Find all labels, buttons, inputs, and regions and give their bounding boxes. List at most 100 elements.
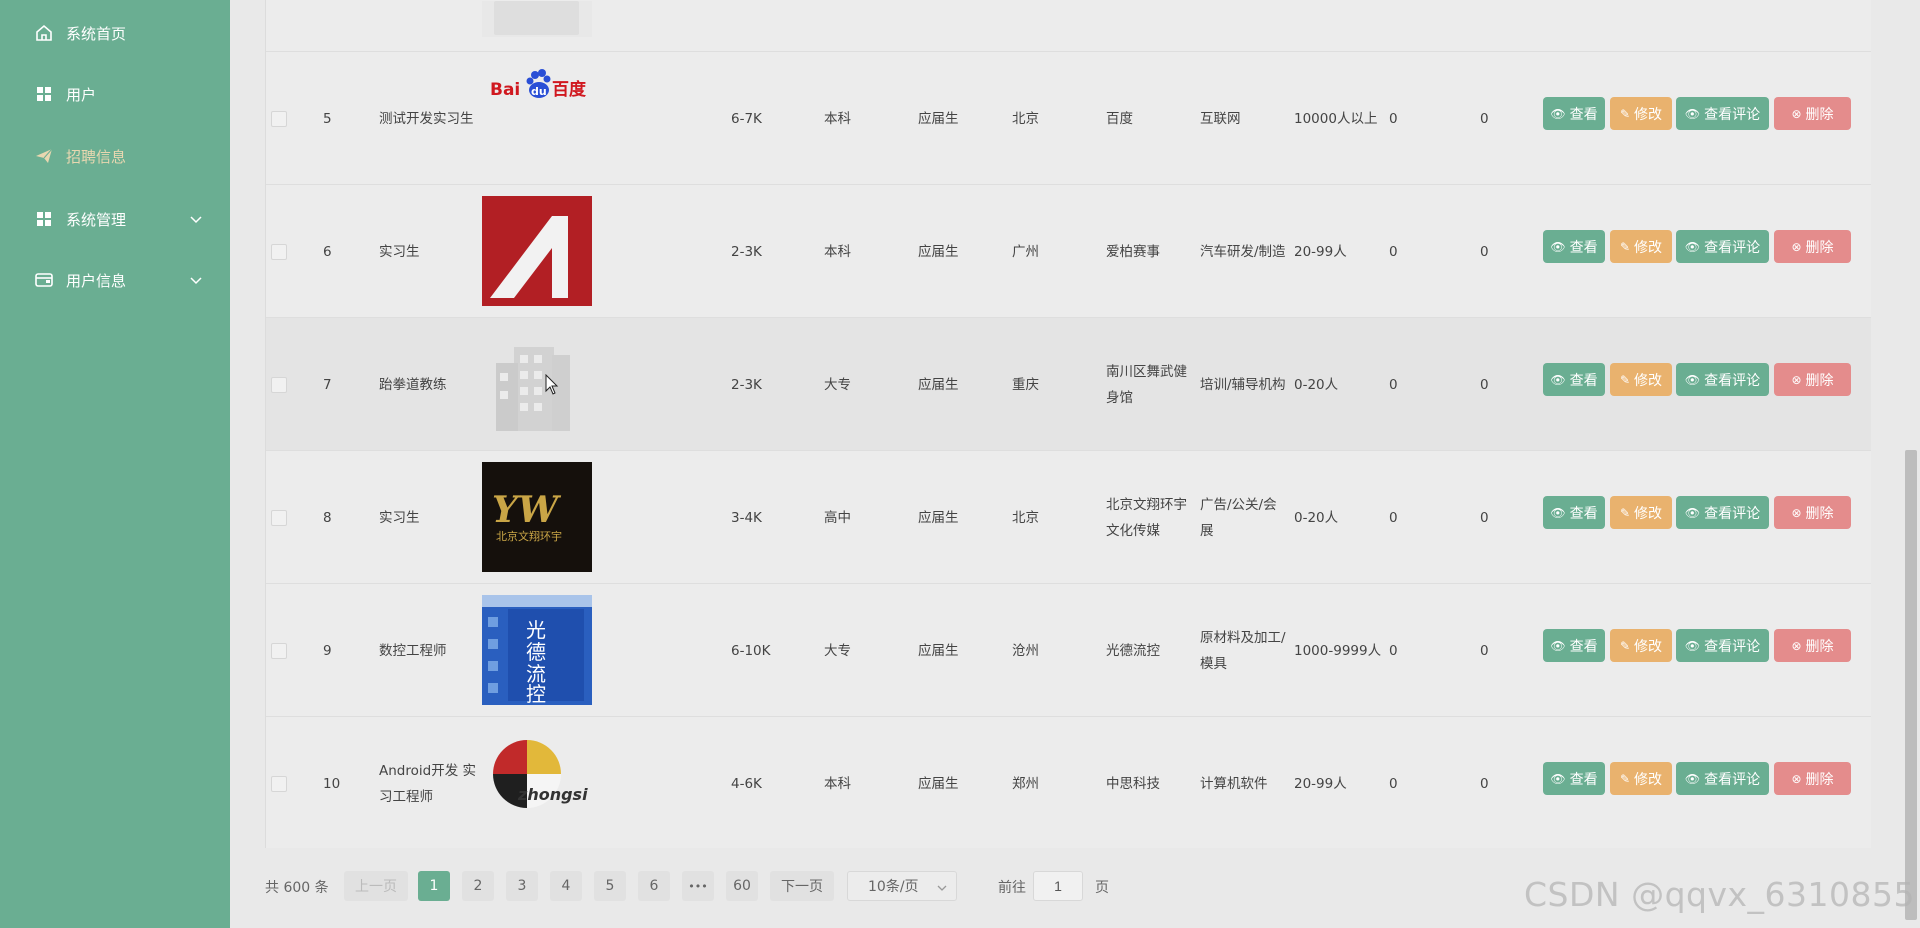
page-button-3[interactable]: 3: [506, 871, 538, 901]
education: 大专: [824, 584, 884, 717]
industry-text: 汽车研发/制造: [1200, 243, 1286, 260]
page-button-5[interactable]: 5: [594, 871, 626, 901]
company-size-text: 20-99人: [1294, 775, 1347, 792]
education-text: 大专: [824, 376, 851, 393]
delete-button[interactable]: ⊗ 删除: [1774, 762, 1851, 795]
row-index-text: 9: [323, 642, 332, 659]
vertical-scrollbar[interactable]: [1905, 450, 1917, 920]
view-button[interactable]: 👁 查看: [1543, 363, 1605, 396]
stat-1-text: 0: [1389, 376, 1398, 393]
row-checkbox[interactable]: [271, 377, 287, 393]
edit-button-label: 修改: [1634, 239, 1663, 256]
view-comments-button[interactable]: 👁 查看评论: [1676, 230, 1769, 263]
edit-button[interactable]: ✎ 修改: [1610, 762, 1672, 795]
delete-button-label: 删除: [1805, 372, 1834, 389]
industry: 原材料及加工/模具: [1200, 584, 1290, 717]
delete-button[interactable]: ⊗ 删除: [1774, 363, 1851, 396]
view-button[interactable]: 👁 查看: [1543, 230, 1605, 263]
goto-page-input[interactable]: [1033, 871, 1083, 901]
industry-text: 互联网: [1200, 110, 1241, 127]
salary-text: 2-3K: [731, 243, 762, 260]
company-size-text: 20-99人: [1294, 243, 1347, 260]
page-size-select[interactable]: 10条/页: [847, 871, 957, 901]
view-button[interactable]: 👁 查看: [1543, 762, 1605, 795]
edit-button-label: 修改: [1634, 505, 1663, 522]
prev-page-button[interactable]: 上一页: [344, 871, 408, 901]
view-comments-button[interactable]: 👁 查看评论: [1676, 496, 1769, 529]
view-comments-button[interactable]: 👁 查看评论: [1676, 363, 1769, 396]
job-title-text: 数控工程师: [379, 642, 447, 659]
salary-text: 6-7K: [731, 110, 762, 127]
row-index: 10: [323, 717, 363, 848]
city-text: 广州: [1012, 243, 1039, 260]
zhongsi-logo: zhongsi: [482, 728, 592, 838]
row-checkbox[interactable]: [271, 643, 287, 659]
city: 沧州: [1012, 584, 1072, 717]
view-button-label: 查看: [1569, 372, 1598, 389]
edit-button[interactable]: ✎ 修改: [1610, 496, 1672, 529]
svg-text:德: 德: [526, 640, 546, 664]
delete-button[interactable]: ⊗ 删除: [1774, 496, 1851, 529]
row-checkbox[interactable]: [271, 510, 287, 526]
stat-1-text: 0: [1389, 509, 1398, 526]
eye-icon: 👁: [1684, 638, 1701, 653]
city-text: 重庆: [1012, 376, 1039, 393]
table-row: 6 实习生 2-3K 本科 应届生 广州 爱柏赛事 汽车研发/制造 20-99人 0 0 👁 查看 ✎ 修改…: [266, 185, 1871, 318]
view-comments-button[interactable]: 👁 查看评论: [1676, 97, 1769, 130]
row-index-text: 8: [323, 509, 332, 526]
edit-button[interactable]: ✎ 修改: [1610, 629, 1672, 662]
sidebar: 系统首页 用户 招聘信息 系统管理 用户信息: [0, 0, 230, 928]
chevron-down-icon: [190, 216, 202, 224]
more-pages-button[interactable]: •••: [682, 871, 714, 901]
view-button[interactable]: 👁 查看: [1543, 629, 1605, 662]
company-name-text: 爱柏赛事: [1106, 243, 1160, 260]
view-button[interactable]: 👁 查看: [1543, 496, 1605, 529]
sidebar-item-user-info[interactable]: 用户信息: [0, 260, 230, 300]
page-button-1[interactable]: 1: [418, 871, 450, 901]
delete-button-label: 删除: [1805, 106, 1834, 123]
edit-button[interactable]: ✎ 修改: [1610, 363, 1672, 396]
row-index-text: 10: [323, 775, 341, 792]
table-row: Bai du 百度 5 测试开发实习生 6-7K 本科 应届生 北京 百度 互联网 10000人…: [266, 52, 1871, 185]
view-comments-button[interactable]: 👁 查看评论: [1676, 762, 1769, 795]
industry: 培训/辅导机构: [1200, 318, 1290, 451]
experience-text: 应届生: [918, 775, 959, 792]
delete-button[interactable]: ⊗ 删除: [1774, 230, 1851, 263]
view-comments-button[interactable]: 👁 查看评论: [1676, 629, 1769, 662]
sidebar-item-users[interactable]: 用户: [0, 74, 230, 114]
edit-button-label: 修改: [1634, 638, 1663, 655]
stat-2-text: 0: [1480, 110, 1489, 127]
sidebar-item-label: 系统管理: [66, 210, 127, 229]
page-button-2[interactable]: 2: [462, 871, 494, 901]
city: 郑州: [1012, 717, 1072, 848]
next-page-button[interactable]: 下一页: [770, 871, 834, 901]
home-icon: [34, 23, 54, 43]
row-checkbox[interactable]: [271, 776, 287, 792]
company-size: 20-99人: [1294, 717, 1384, 848]
company-name: 北京文翔环宇文化传媒: [1106, 451, 1194, 584]
edit-button[interactable]: ✎ 修改: [1610, 230, 1672, 263]
view-button-label: 查看: [1569, 771, 1598, 788]
delete-button-label: 删除: [1805, 771, 1834, 788]
row-checkbox[interactable]: [271, 244, 287, 260]
sidebar-item-system-management[interactable]: 系统管理: [0, 199, 230, 239]
city: 广州: [1012, 185, 1072, 318]
delete-button[interactable]: ⊗ 删除: [1774, 629, 1851, 662]
row-index: 5: [323, 52, 363, 185]
building-placeholder-icon: [482, 329, 592, 439]
company-name: 百度: [1106, 52, 1194, 185]
page-button-4[interactable]: 4: [550, 871, 582, 901]
delete-button[interactable]: ⊗ 删除: [1774, 97, 1851, 130]
job-title: 实习生: [379, 185, 479, 318]
sidebar-item-recruitment[interactable]: 招聘信息: [0, 136, 230, 176]
view-comments-button-label: 查看评论: [1704, 372, 1761, 389]
view-comments-button-label: 查看评论: [1704, 505, 1761, 522]
edit-button[interactable]: ✎ 修改: [1610, 97, 1672, 130]
view-button[interactable]: 👁 查看: [1543, 97, 1605, 130]
sidebar-item-home[interactable]: 系统首页: [0, 13, 230, 53]
page-button-60[interactable]: 60: [726, 871, 758, 901]
paper-plane-icon: [34, 146, 54, 166]
page-button-6[interactable]: 6: [638, 871, 670, 901]
row-checkbox[interactable]: [271, 111, 287, 127]
company-logo: [482, 196, 592, 306]
